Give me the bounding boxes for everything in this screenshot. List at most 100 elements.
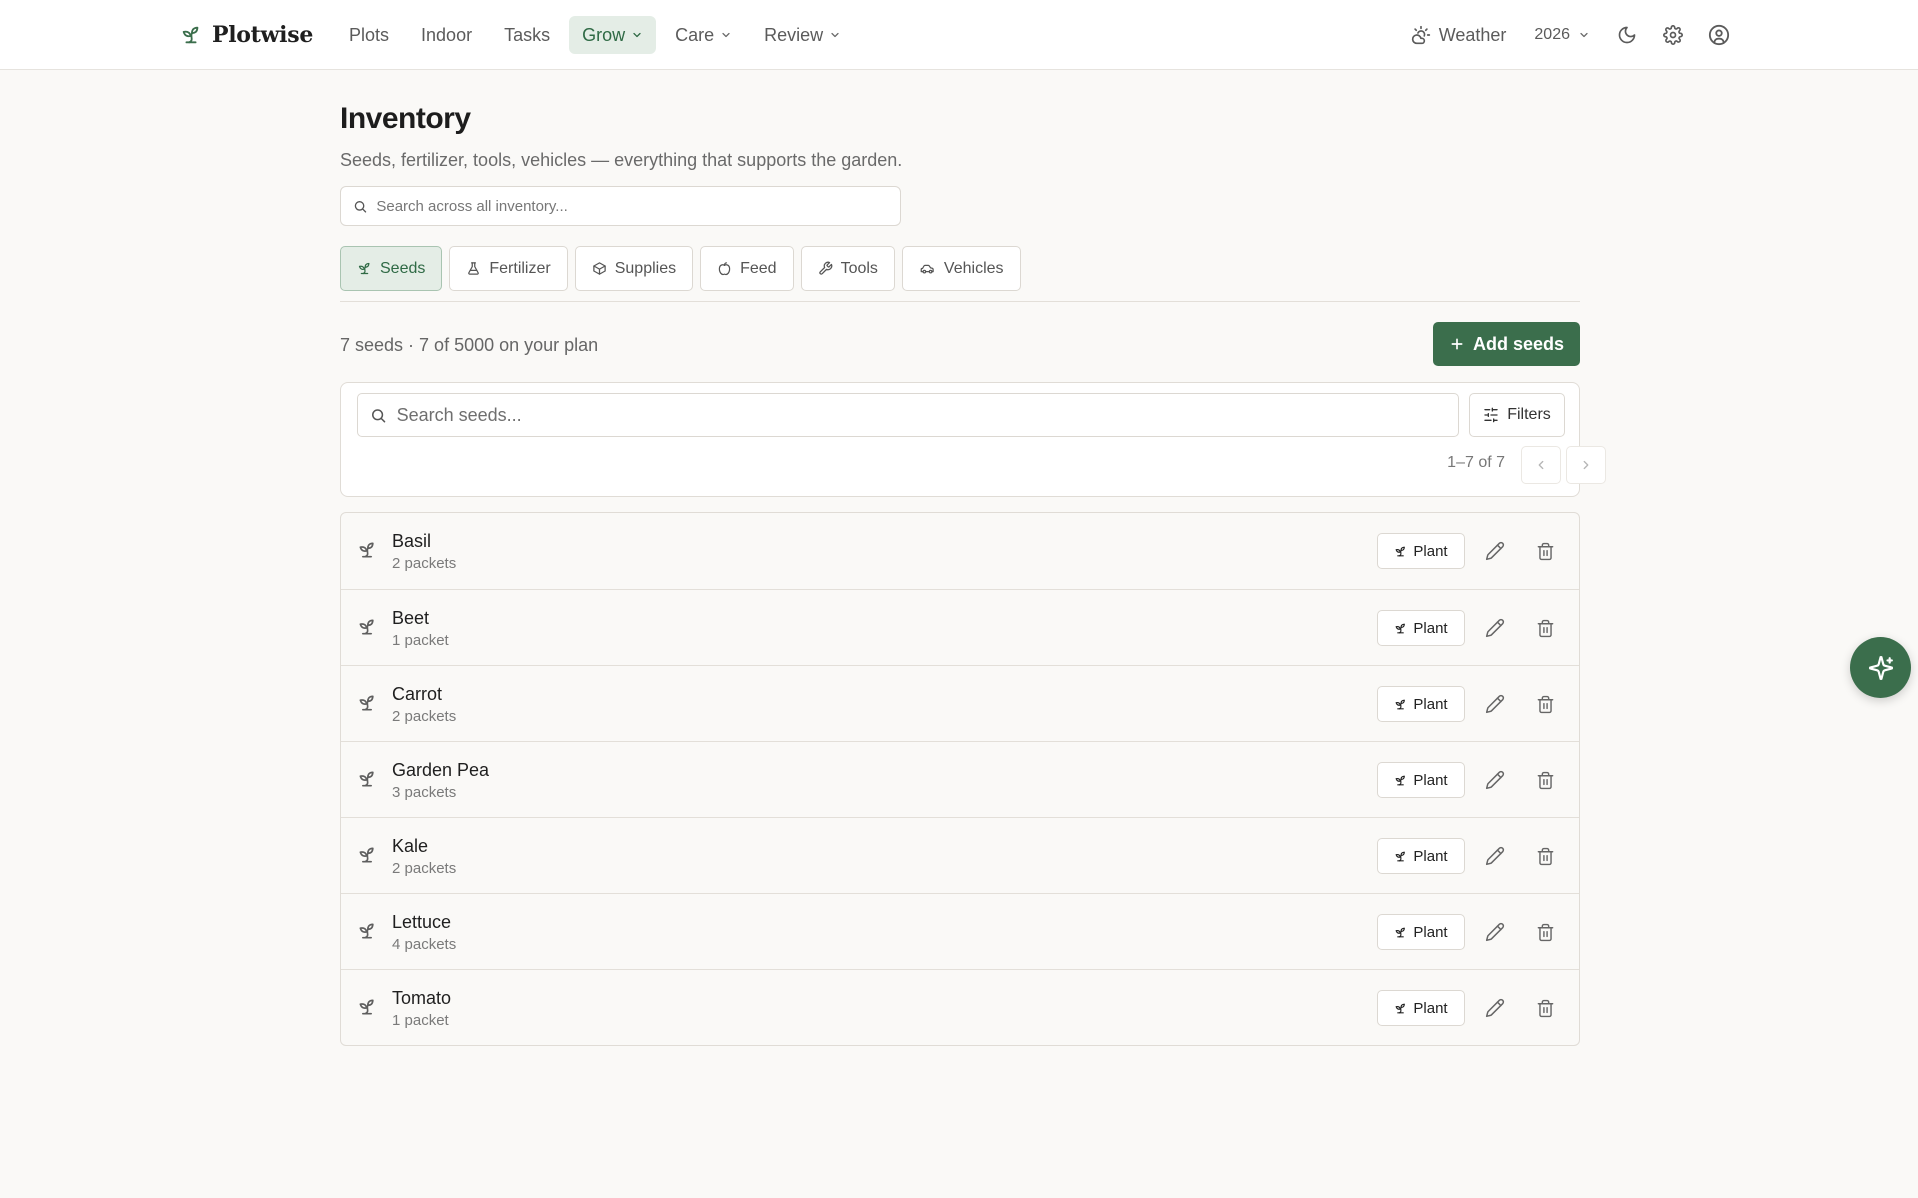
weather-button[interactable]: Weather: [1401, 16, 1517, 54]
delete-button[interactable]: [1531, 842, 1559, 870]
seed-quantity: 2 packets: [392, 555, 457, 572]
list-item[interactable]: Beet 1 packet Plant: [341, 589, 1579, 665]
nav-item-grow[interactable]: Grow: [569, 16, 657, 54]
seed-name: Garden Pea: [392, 760, 490, 780]
gear-icon: [1663, 25, 1683, 45]
sparkles-icon: [1868, 655, 1893, 680]
seed-quantity: 1 packet: [392, 632, 449, 649]
category-tabs: Seeds Fertilizer Supplies Feed Tools Veh…: [340, 246, 1021, 291]
account-button[interactable]: [1700, 16, 1738, 54]
plant-label: Plant: [1413, 923, 1448, 941]
list-item[interactable]: Kale 2 packets Plant: [341, 817, 1579, 893]
delete-button[interactable]: [1531, 537, 1559, 565]
edit-button[interactable]: [1481, 918, 1509, 946]
seed-search-input[interactable]: [396, 404, 1446, 426]
add-seeds-label: Add seeds: [1472, 333, 1564, 354]
seed-name: Basil: [392, 531, 432, 551]
plant-button[interactable]: Plant: [1377, 762, 1465, 798]
trash-icon: [1537, 847, 1553, 865]
trash-icon: [1537, 999, 1553, 1017]
seed-name: Lettuce: [392, 912, 452, 932]
weather-icon: [1411, 25, 1430, 45]
delete-button[interactable]: [1531, 994, 1559, 1022]
edit-button[interactable]: [1481, 614, 1509, 642]
list-item[interactable]: Tomato 1 packet Plant: [341, 969, 1579, 1045]
previous-page-button[interactable]: [1521, 446, 1561, 484]
plant-button[interactable]: Plant: [1377, 838, 1465, 874]
plant-button[interactable]: Plant: [1377, 533, 1465, 569]
global-search-box: [340, 186, 901, 226]
top-navigation-bar: Plotwise Plots Indoor Tasks Grow Care Re…: [0, 0, 1918, 70]
tab-supplies[interactable]: Supplies: [574, 246, 694, 291]
nav-item-plots[interactable]: Plots: [336, 16, 402, 54]
delete-button[interactable]: [1531, 766, 1559, 794]
sprout-icon: [357, 693, 377, 713]
sprout-icon: [1395, 927, 1406, 937]
tab-tools[interactable]: Tools: [800, 246, 895, 291]
settings-button[interactable]: [1654, 16, 1692, 54]
moon-icon: [1618, 26, 1636, 44]
seed-name: Kale: [392, 836, 429, 856]
pencil-icon: [1485, 998, 1505, 1018]
nav-item-label: Plots: [349, 24, 390, 45]
ai-assistant-button[interactable]: [1850, 637, 1911, 698]
plant-label: Plant: [1413, 619, 1448, 637]
next-page-button[interactable]: [1566, 446, 1606, 484]
nav-item-tasks[interactable]: Tasks: [491, 16, 563, 54]
edit-button[interactable]: [1481, 842, 1509, 870]
add-seeds-button[interactable]: Add seeds: [1432, 322, 1580, 366]
sliders-icon: [1484, 407, 1498, 423]
chevron-right-icon: [1583, 460, 1589, 470]
pencil-icon: [1485, 846, 1505, 866]
global-search-input[interactable]: [376, 197, 888, 215]
tab-label: Feed: [740, 259, 777, 277]
nav-item-care[interactable]: Care: [662, 16, 745, 54]
sprout-icon: [357, 997, 377, 1017]
plant-label: Plant: [1413, 771, 1448, 789]
seed-quantity: 4 packets: [392, 936, 457, 953]
delete-button[interactable]: [1531, 614, 1559, 642]
year-value: 2026: [1534, 26, 1570, 43]
list-item[interactable]: Basil 2 packets Plant: [341, 513, 1579, 589]
chevron-down-icon: [722, 32, 730, 38]
nav-item-label: Tasks: [504, 24, 551, 45]
edit-button[interactable]: [1481, 690, 1509, 718]
tab-feed[interactable]: Feed: [700, 246, 794, 291]
theme-toggle-button[interactable]: [1608, 16, 1646, 54]
plant-button[interactable]: Plant: [1377, 914, 1465, 950]
main-nav: Plots Indoor Tasks Grow Care Review: [336, 16, 854, 54]
tab-seeds[interactable]: Seeds: [340, 246, 443, 291]
sprout-icon: [357, 769, 377, 789]
edit-button[interactable]: [1481, 537, 1509, 565]
trash-icon: [1537, 771, 1553, 789]
delete-button[interactable]: [1531, 690, 1559, 718]
chevron-down-icon: [831, 32, 839, 38]
nav-item-review[interactable]: Review: [751, 16, 854, 54]
nav-item-indoor[interactable]: Indoor: [408, 16, 485, 54]
edit-button[interactable]: [1481, 994, 1509, 1022]
delete-button[interactable]: [1531, 918, 1559, 946]
seed-quantity: 2 packets: [392, 708, 457, 725]
tab-vehicles[interactable]: Vehicles: [901, 246, 1021, 291]
filters-button[interactable]: Filters: [1469, 393, 1565, 437]
nav-item-label: Review: [764, 24, 824, 45]
tab-label: Seeds: [380, 259, 426, 277]
user-icon: [1708, 24, 1730, 46]
pencil-icon: [1485, 618, 1505, 638]
filters-label: Filters: [1507, 406, 1551, 423]
year-select[interactable]: 2026: [1524, 16, 1600, 54]
brand-logo[interactable]: Plotwise: [180, 20, 313, 50]
search-icon: [354, 200, 367, 213]
trash-icon: [1537, 619, 1553, 637]
plant-button[interactable]: Plant: [1377, 990, 1465, 1026]
plant-button[interactable]: Plant: [1377, 610, 1465, 646]
tab-fertilizer[interactable]: Fertilizer: [449, 246, 568, 291]
sprout-icon: [357, 540, 377, 560]
plant-label: Plant: [1413, 999, 1448, 1017]
edit-button[interactable]: [1481, 766, 1509, 794]
list-item[interactable]: Garden Pea 3 packets Plant: [341, 741, 1579, 817]
list-item[interactable]: Carrot 2 packets Plant: [341, 665, 1579, 741]
list-item[interactable]: Lettuce 4 packets Plant: [341, 893, 1579, 969]
seed-quantity: 3 packets: [392, 784, 457, 801]
plant-button[interactable]: Plant: [1377, 686, 1465, 722]
